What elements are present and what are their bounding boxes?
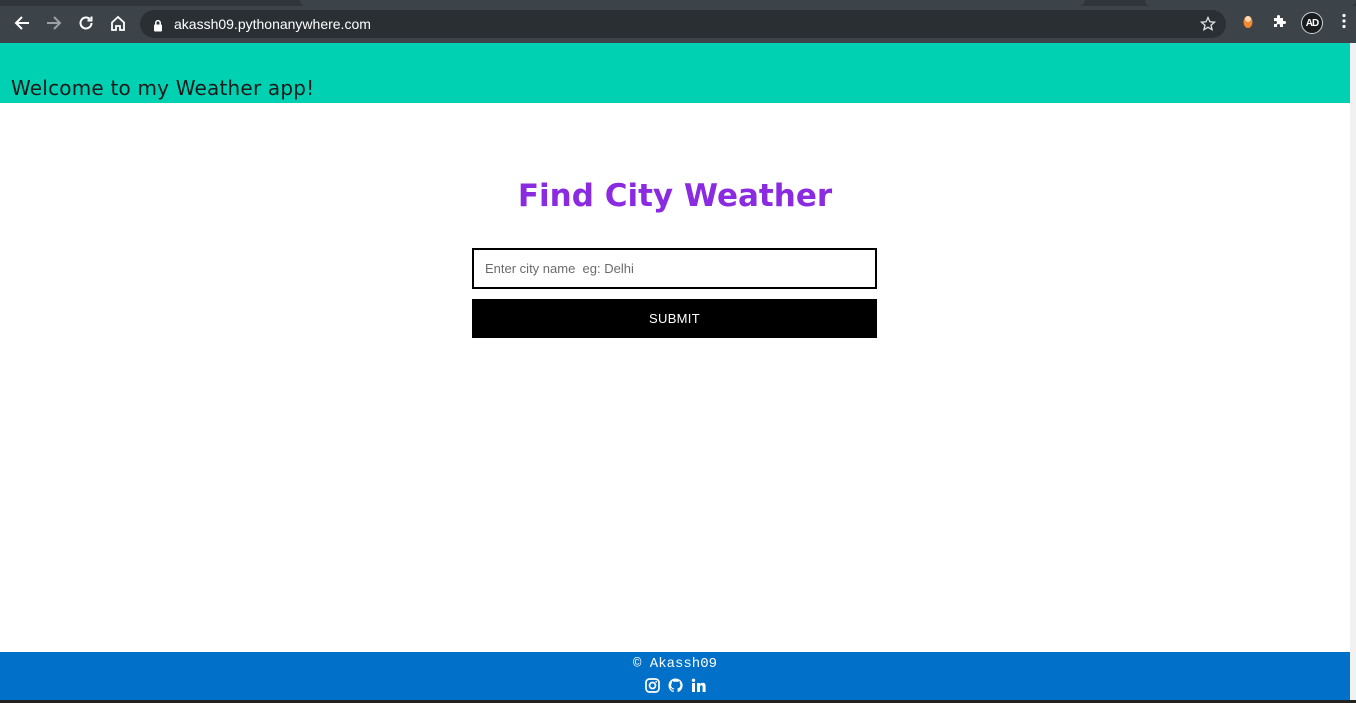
- kebab-menu-icon: [1342, 13, 1346, 33]
- reload-button[interactable]: [74, 11, 98, 35]
- extension-orange-icon: [1241, 12, 1255, 34]
- page-title: Find City Weather: [517, 178, 833, 214]
- site-footer: © Akassh09: [0, 652, 1350, 703]
- active-tab-edge[interactable]: [300, 0, 1085, 6]
- site-header: Welcome to my Weather app!: [0, 43, 1350, 103]
- avatar: AD: [1301, 12, 1323, 34]
- browser-toolbar: akassh09.pythonanywhere.com AD: [0, 0, 1356, 43]
- profile-button[interactable]: AD: [1300, 11, 1324, 35]
- instagram-icon[interactable]: [644, 678, 660, 693]
- back-button[interactable]: [10, 11, 34, 35]
- extension-button[interactable]: [1236, 11, 1260, 35]
- linkedin-icon[interactable]: [691, 678, 706, 693]
- github-icon[interactable]: [667, 678, 683, 693]
- reload-icon: [77, 14, 95, 32]
- home-icon: [109, 14, 127, 32]
- puzzle-icon: [1272, 13, 1288, 33]
- arrow-right-icon: [45, 14, 63, 32]
- lock-icon: [153, 17, 163, 36]
- address-bar[interactable]: akassh09.pythonanywhere.com: [140, 10, 1226, 38]
- submit-button[interactable]: SUBMIT: [472, 299, 877, 338]
- home-button[interactable]: [106, 11, 130, 35]
- url-text[interactable]: akassh09.pythonanywhere.com: [174, 15, 371, 33]
- forward-button[interactable]: [42, 11, 66, 35]
- browser-menu-button[interactable]: [1332, 11, 1356, 35]
- tab-edge[interactable]: [1145, 0, 1356, 6]
- social-links: [0, 678, 1350, 693]
- copyright-text: © Akassh09: [632, 656, 717, 672]
- city-search-input[interactable]: [472, 248, 877, 289]
- welcome-title: Welcome to my Weather app!: [11, 76, 315, 100]
- star-icon[interactable]: [1199, 15, 1217, 36]
- page-scrollbar[interactable]: [1350, 43, 1356, 703]
- arrow-left-icon: [13, 14, 31, 32]
- extensions-button[interactable]: [1268, 11, 1292, 35]
